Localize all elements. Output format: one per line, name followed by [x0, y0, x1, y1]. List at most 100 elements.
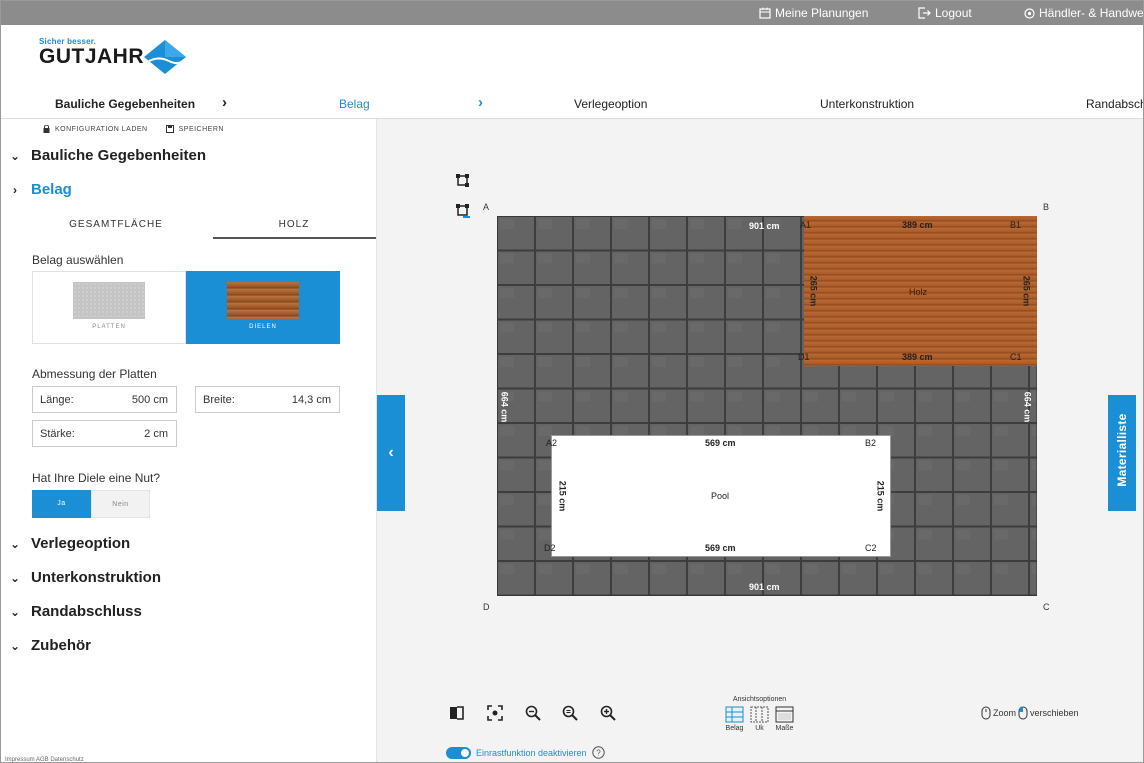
remove-point-icon[interactable] — [455, 203, 471, 219]
step-belag[interactable]: Belag — [339, 97, 370, 111]
pool-corner-c2: C2 — [865, 543, 877, 553]
pool-right-measure: 215 cm — [875, 480, 886, 512]
step-verlegeoption[interactable]: Verlegeoption — [574, 97, 647, 111]
section-randabschluss[interactable]: ⌄ Randabschluss — [9, 603, 142, 620]
chevron-down-icon: ⌄ — [9, 536, 21, 551]
view-belag-toggle[interactable]: Belag — [725, 706, 744, 732]
section-unterkonstruktion[interactable]: ⌄ Unterkonstruktion — [9, 569, 161, 586]
wood-corner-a1: A1 — [800, 220, 812, 230]
section-zubehoer-label: Zubehör — [31, 637, 91, 654]
wood-corner-c1: C1 — [1010, 352, 1022, 362]
fit-view-icon[interactable] — [487, 705, 503, 721]
materialliste-button[interactable]: Materialliste — [1108, 395, 1136, 511]
load-config-button[interactable]: KONFIGURATION LADEN — [43, 125, 148, 133]
snap-label: Einrastfunktion deaktivieren — [476, 747, 587, 758]
thickness-label: Stärke: — [40, 428, 75, 440]
pool-left-measure: 215 cm — [557, 480, 568, 512]
section-bauliche[interactable]: ⌄ Bauliche Gegebenheiten — [9, 147, 206, 164]
logout-link[interactable]: Logout — [918, 6, 972, 20]
header: Sicher besser. GUTJAHR — [1, 25, 1143, 91]
section-randabschluss-label: Randabschluss — [31, 603, 142, 620]
left-height-measure: 664 cm — [499, 391, 510, 423]
option-platten-label: PLATTEN — [92, 324, 126, 330]
wood-right-measure: 265 cm — [1021, 275, 1032, 307]
chevron-right-icon: › — [478, 94, 483, 111]
dimensions-title: Abmessung der Platten — [32, 367, 157, 381]
step-unterkonstruktion[interactable]: Unterkonstruktion — [820, 97, 914, 111]
load-config-label: KONFIGURATION LADEN — [55, 125, 148, 133]
width-value: 14,3 cm — [291, 394, 331, 406]
view-masse-label: Maße — [775, 725, 794, 732]
my-plans-link[interactable]: Meine Planungen — [759, 6, 868, 20]
option-dielen[interactable]: DIELEN — [186, 271, 340, 344]
corner-a-label: A — [483, 202, 490, 212]
terrace-area[interactable]: 901 cm 901 cm 664 cm 664 cm A1 B1 C1 D1 … — [497, 216, 1037, 596]
add-point-icon[interactable] — [455, 173, 471, 189]
view-belag-label: Belag — [725, 725, 744, 732]
section-verlegeoption[interactable]: ⌄ Verlegeoption — [9, 535, 130, 552]
belag-select-label: Belag auswählen — [32, 253, 124, 267]
chevron-down-icon: ⌄ — [9, 570, 21, 585]
move-hint-label: verschieben — [1030, 708, 1079, 718]
zoom-reset-icon[interactable] — [562, 705, 578, 721]
thickness-value: 2 cm — [144, 428, 168, 440]
chevron-left-icon: ‹ — [388, 444, 394, 461]
section-bauliche-label: Bauliche Gegebenheiten — [31, 147, 207, 164]
length-field[interactable]: Länge: 500 cm — [32, 386, 177, 413]
view-uk-toggle[interactable]: Uk — [750, 706, 769, 732]
chevron-down-icon: ⌄ — [9, 148, 21, 163]
dealer-label: Händler- & Handwerk — [1039, 6, 1144, 20]
tab-gesamtflaeche[interactable]: GESAMTFLÄCHE — [31, 219, 201, 230]
wood-area-label: Holz — [909, 287, 928, 297]
zoom-out-icon[interactable] — [525, 705, 541, 721]
pool-corner-a2: A2 — [546, 438, 558, 448]
top-width-measure: 901 cm — [749, 221, 780, 231]
width-label: Breite: — [203, 394, 235, 406]
thickness-field[interactable]: Stärke: 2 cm — [32, 420, 177, 447]
svg-text:?: ? — [596, 749, 601, 758]
belag-tabs: GESAMTFLÄCHE HOLZ — [31, 213, 376, 240]
pool-area-label: Pool — [711, 491, 730, 501]
section-belag-label: Belag — [31, 181, 72, 198]
dielen-swatch — [227, 282, 299, 319]
substructure-view-icon — [750, 706, 769, 723]
mouse-hint: Zoom verschieben — [981, 706, 1079, 720]
groove-yes-button[interactable]: Ja — [32, 490, 91, 518]
active-tab-indicator — [213, 237, 376, 239]
tab-holz[interactable]: HOLZ — [209, 219, 379, 230]
corner-c-label: C — [1043, 602, 1050, 612]
wood-left-measure: 265 cm — [808, 275, 819, 307]
right-height-measure: 664 cm — [1022, 391, 1033, 423]
step-bauliche[interactable]: Bauliche Gegebenheiten — [55, 97, 195, 111]
config-actions: KONFIGURATION LADEN SPEICHERN — [43, 125, 224, 133]
app-window: Meine Planungen Logout Händler- & Handwe… — [0, 0, 1144, 763]
dealer-link[interactable]: Händler- & Handwerk — [1024, 6, 1144, 20]
calendar-icon — [759, 7, 771, 19]
top-bar: Meine Planungen Logout Händler- & Handwe… — [1, 1, 1144, 25]
section-zubehoer[interactable]: ⌄ Zubehör — [9, 637, 91, 654]
option-platten[interactable]: PLATTEN — [32, 271, 186, 344]
step-randabschluss[interactable]: Randabsch — [1086, 97, 1143, 111]
corner-b-label: B — [1043, 202, 1050, 212]
view-masse-toggle[interactable]: Maße — [775, 706, 794, 732]
snap-switch[interactable] — [446, 746, 471, 759]
length-label: Länge: — [40, 394, 74, 406]
logo-diamond-icon — [144, 40, 186, 74]
gutjahr-logo[interactable]: Sicher besser. GUTJAHR — [39, 37, 186, 74]
help-icon[interactable]: ? — [591, 746, 605, 759]
width-field[interactable]: Breite: 14,3 cm — [195, 386, 340, 413]
groove-no-button[interactable]: Nein — [91, 490, 150, 518]
step-navigation: Bauliche Gegebenheiten › Belag › Verlege… — [1, 91, 1143, 119]
export-icon[interactable] — [449, 705, 467, 721]
zoom-in-icon[interactable] — [600, 705, 616, 721]
chevron-right-icon: › — [13, 182, 17, 197]
logout-label: Logout — [935, 6, 972, 20]
save-button[interactable]: SPEICHERN — [165, 125, 224, 133]
plan-canvas[interactable]: ‹ A B C D 901 cm 901 cm 664 cm 664 cm A1… — [377, 119, 1143, 762]
collapse-sidebar-button[interactable]: ‹ — [377, 395, 405, 511]
section-belag[interactable]: › Belag — [9, 181, 72, 198]
belag-options: PLATTEN DIELEN — [32, 271, 340, 344]
dimensions-view-icon — [775, 706, 794, 723]
footer-links[interactable]: Impressum AGB Datenschutz — [5, 757, 84, 762]
snap-toggle[interactable]: Einrastfunktion deaktivieren ? — [446, 746, 605, 759]
